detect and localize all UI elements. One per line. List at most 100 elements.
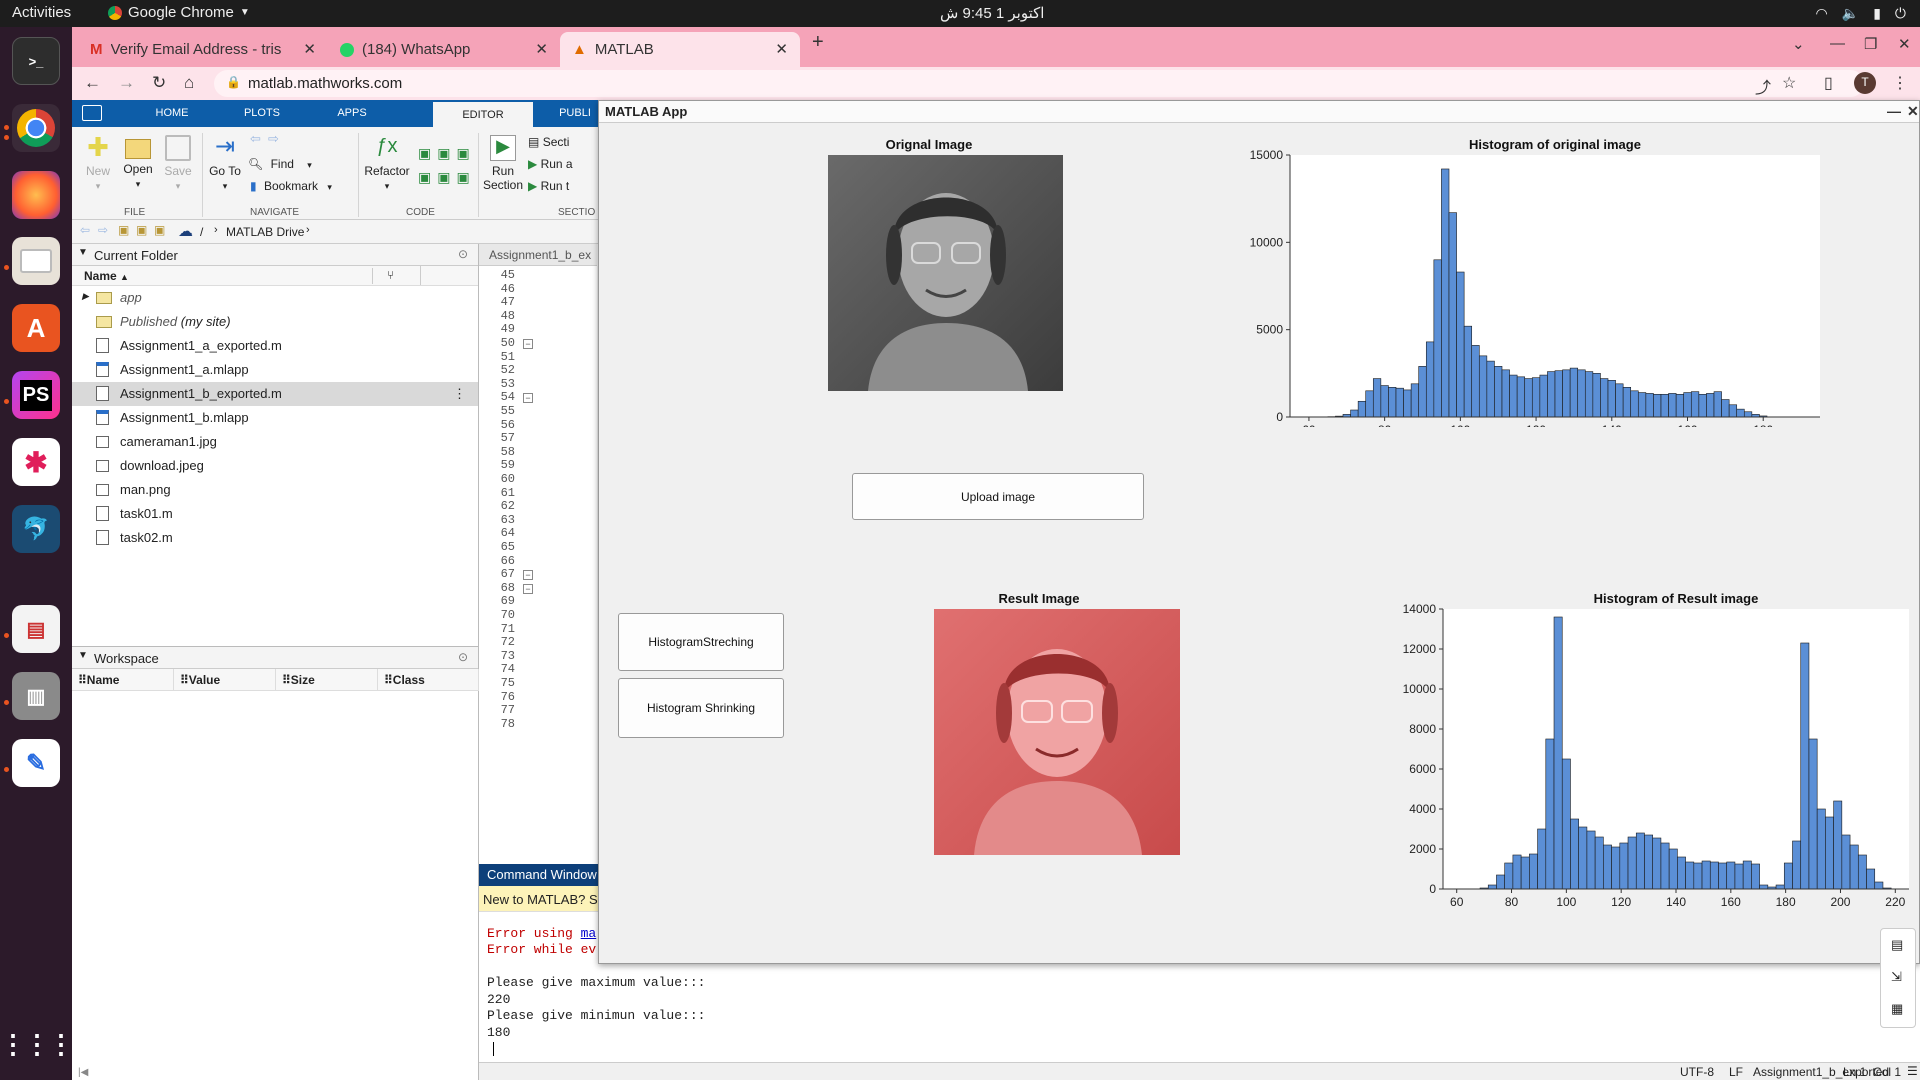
app-title-bar[interactable]: MATLAB App — ✕	[599, 101, 1919, 123]
histogram-shrinking-button[interactable]: Histogram Shrinking	[618, 678, 784, 738]
forward-arrow-icon[interactable]: ⇨	[268, 131, 279, 147]
new-button[interactable]: ✚ New ▾	[78, 134, 118, 192]
share-icon[interactable]: ⤴	[1755, 74, 1771, 98]
tab-home[interactable]: HOME	[132, 100, 212, 127]
tab-whatsapp[interactable]: (184) WhatsApp ✕	[328, 32, 560, 67]
command-prompt-cursor[interactable]	[493, 1042, 494, 1056]
new-tab-icon[interactable]: +	[812, 31, 824, 54]
list-item[interactable]: task01.m	[72, 502, 478, 526]
system-tray[interactable]: ◠ 🔈 ▮ ⏻	[1816, 5, 1906, 22]
new-to-matlab-banner[interactable]: New to MATLAB? S	[479, 886, 599, 912]
panel-options-icon[interactable]: ⊙	[458, 650, 468, 664]
address-bar[interactable]: 🔒 matlab.mathworks.com	[214, 70, 1864, 97]
run-to-end-button[interactable]: ▶ Run t	[528, 179, 569, 193]
firefox-icon[interactable]	[12, 171, 60, 219]
clock[interactable]: اکتوبر 1 9:45 ش	[940, 4, 1044, 22]
status-menu-icon[interactable]: ☰	[1907, 1064, 1918, 1078]
tab-gmail[interactable]: M Verify Email Address - tris ✕	[78, 32, 328, 67]
side-panel-icon[interactable]: ▯	[1824, 73, 1833, 93]
open-button[interactable]: Open ▾	[118, 135, 158, 190]
item-menu-icon[interactable]: ⋮	[453, 386, 466, 402]
home-icon[interactable]: ⌂	[184, 73, 194, 93]
list-item[interactable]: man.png	[72, 478, 478, 502]
text-editor-icon[interactable]: ✎	[12, 739, 60, 787]
software-icon[interactable]: A	[12, 304, 60, 352]
name-column-header[interactable]: Name ▲ ⑂	[72, 266, 478, 286]
run-advance-button[interactable]: ▶ Run a	[528, 157, 573, 171]
list-item[interactable]: Assignment1_a.mlapp	[72, 358, 478, 382]
list-item[interactable]: ▶ app	[72, 286, 478, 310]
upload-image-button[interactable]: Upload image	[852, 473, 1144, 520]
editor-tab[interactable]: Assignment1_b_ex	[479, 244, 597, 266]
fold-toggle-icon[interactable]: −	[523, 570, 533, 581]
maximize-icon[interactable]: ❐	[1864, 35, 1877, 53]
document-viewer-icon[interactable]: ▤	[12, 605, 60, 653]
print-icon[interactable]: ▤	[1891, 937, 1903, 953]
tab-apps[interactable]: APPS	[312, 100, 392, 127]
scroll-left-icon[interactable]: |◀	[78, 1067, 88, 1078]
status-position[interactable]: Ln 1 Col 1	[1843, 1065, 1901, 1079]
code-tools-grid[interactable]: ▣▣▣ ▣▣▣	[418, 141, 474, 191]
command-window-title[interactable]: Command Window	[479, 864, 599, 886]
fold-toggle-icon[interactable]: −	[523, 339, 533, 349]
fold-toggle-icon[interactable]: −	[523, 393, 533, 404]
undock-icon[interactable]: ⇲	[1891, 969, 1902, 985]
close-tab-icon[interactable]: ✕	[303, 40, 316, 58]
workspace-column-name[interactable]: ⠿Name	[72, 669, 174, 691]
histogram-stretching-button[interactable]: HistogramStreching	[618, 613, 784, 671]
collapse-icon[interactable]: ▼	[78, 650, 88, 661]
activities-button[interactable]: Activities	[12, 4, 71, 21]
cloud-drive-icon[interactable]: ☁	[178, 222, 193, 240]
back-folder-icon[interactable]: ⇦	[80, 223, 90, 237]
mysql-workbench-icon[interactable]: 🐬	[12, 505, 60, 553]
refactor-button[interactable]: ƒx Refactor ▾	[362, 135, 412, 192]
tab-matlab[interactable]: ▲ MATLAB ✕	[560, 32, 800, 67]
new-folder-icon[interactable]: ▣	[154, 223, 165, 237]
chrome-dock-icon[interactable]	[12, 104, 60, 152]
up-folder-icon[interactable]: ▣	[118, 223, 129, 237]
list-item[interactable]: Published (my site)	[72, 310, 478, 334]
list-item[interactable]: Assignment1_b_exported.m ⋮	[72, 382, 478, 406]
close-tab-icon[interactable]: ✕	[535, 40, 548, 58]
close-icon[interactable]: ✕	[1907, 103, 1919, 120]
list-item[interactable]: cameraman1.jpg	[72, 430, 478, 454]
status-encoding[interactable]: UTF-8	[1680, 1065, 1714, 1079]
close-window-icon[interactable]: ✕	[1898, 35, 1911, 53]
error-link[interactable]: ma	[581, 926, 597, 941]
section-break-button[interactable]: ▤ Secti	[528, 135, 569, 149]
phpstorm-icon[interactable]: PS	[12, 371, 60, 419]
list-item[interactable]: Assignment1_b.mlapp	[72, 406, 478, 430]
files-icon[interactable]	[12, 237, 60, 285]
goto-button[interactable]: ⇥ Go To ▾	[202, 135, 248, 192]
list-item[interactable]: download.jpeg	[72, 454, 478, 478]
tab-plots[interactable]: PLOTS	[222, 100, 302, 127]
workspace-column-size[interactable]: ⠿Size	[276, 669, 378, 691]
path-root[interactable]: /	[200, 225, 203, 239]
terminal-icon[interactable]: >_	[12, 37, 60, 85]
workspace-column-class[interactable]: ⠿Class	[378, 669, 479, 691]
tab-publish[interactable]: PUBLI	[552, 100, 598, 127]
bookmark-button[interactable]: ▮ Bookmark ▾	[250, 179, 332, 193]
profile-avatar[interactable]: T	[1854, 72, 1876, 94]
find-button[interactable]: 🔍︎ Find ▾	[248, 157, 312, 171]
fold-toggle-icon[interactable]: −	[523, 583, 533, 594]
app-menu[interactable]: Google Chrome ▼	[108, 4, 250, 21]
minimize-icon[interactable]: —	[1830, 35, 1845, 52]
tab-editor[interactable]: EDITOR	[433, 100, 533, 127]
list-item[interactable]: Assignment1_a_exported.m	[72, 334, 478, 358]
matlab-logo-icon[interactable]	[82, 105, 102, 121]
forward-icon[interactable]: →	[118, 73, 135, 93]
run-section-button[interactable]: ▶ Run Section	[480, 135, 526, 192]
status-eol[interactable]: LF	[1729, 1065, 1743, 1079]
panel-options-icon[interactable]: ⊙	[458, 247, 468, 261]
bookmark-star-icon[interactable]: ☆	[1782, 73, 1796, 93]
browse-folder-icon[interactable]: ▣	[136, 223, 147, 237]
git-column-icon[interactable]: ⑂	[372, 268, 394, 284]
expand-icon[interactable]: ▶	[82, 291, 89, 302]
path-segment[interactable]: MATLAB Drive	[226, 225, 304, 239]
back-icon[interactable]: ←	[84, 73, 101, 93]
reload-icon[interactable]: ↻	[152, 73, 166, 93]
close-tab-icon[interactable]: ✕	[775, 40, 788, 58]
archive-icon[interactable]: ▥	[12, 672, 60, 720]
show-apps-icon[interactable]: ⋮⋮⋮	[0, 1020, 74, 1068]
